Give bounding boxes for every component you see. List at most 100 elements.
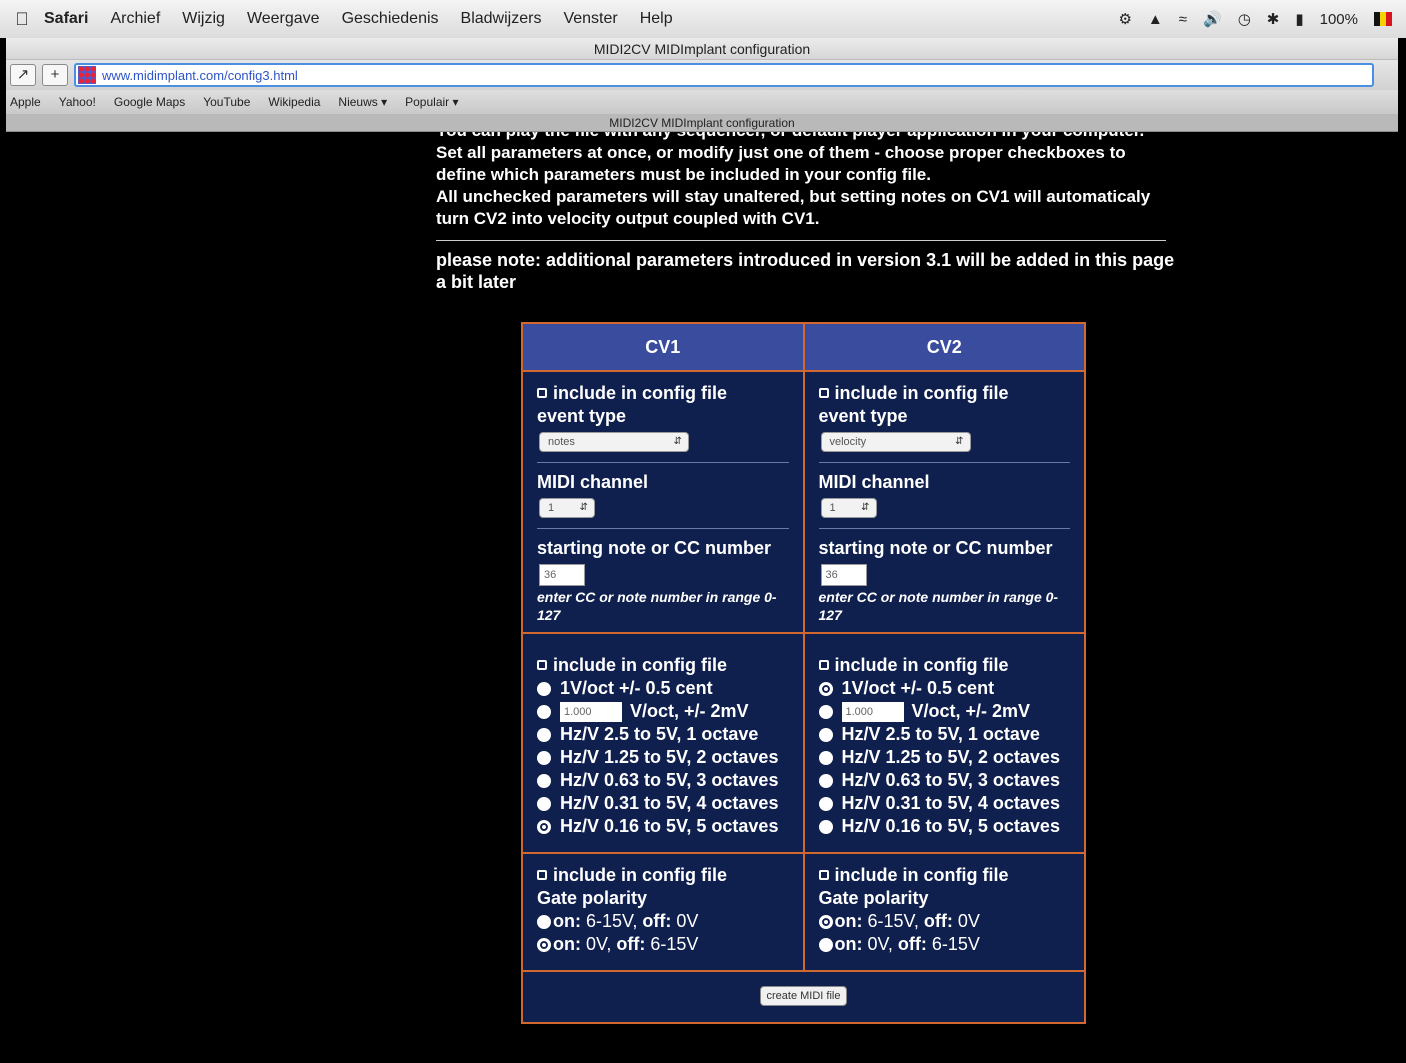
cv2-gate-option-1[interactable]: on: 6-15V, off: 0V xyxy=(818,910,1071,933)
cv2-include-checkbox-1[interactable] xyxy=(818,388,829,398)
input-flag-icon[interactable] xyxy=(1374,12,1392,26)
menu-weergave[interactable]: Weergave xyxy=(247,10,320,28)
cv1-gate-radio-2[interactable] xyxy=(537,937,551,952)
cv2-gate-option-2[interactable]: on: 0V, off: 6-15V xyxy=(818,933,1071,956)
tab-title[interactable]: MIDI2CV MIDImplant configuration xyxy=(6,114,1398,132)
battery-icon[interactable]: ▮ xyxy=(1295,10,1303,28)
bookmark-yahoo[interactable]: Yahoo! xyxy=(59,95,96,109)
event-type-label: event type xyxy=(818,406,908,426)
share-icon[interactable]: ↗ xyxy=(10,64,36,86)
menu-archief[interactable]: Archief xyxy=(110,10,160,28)
cv1-pitch-option-3[interactable]: Hz/V 1.25 to 5V, 2 octaves xyxy=(537,746,789,769)
cv1-pitch-radio-0[interactable] xyxy=(537,681,551,696)
scripts-icon[interactable]: ⚙ xyxy=(1118,10,1131,28)
cv1-event-type-value: notes xyxy=(548,436,575,448)
browser-window: MIDI2CV MIDImplant configuration ↗ + www… xyxy=(6,38,1398,1063)
bookmark-nieuws[interactable]: Nieuws ▾ xyxy=(338,95,387,109)
cv2-gate-radio-1[interactable] xyxy=(818,914,833,929)
cv1-include-checkbox-2[interactable] xyxy=(537,660,547,670)
cv2-pitch-option-1[interactable]: 1.000 V/oct, +/- 2mV xyxy=(818,700,1071,723)
menu-geschiedenis[interactable]: Geschiedenis xyxy=(342,10,439,28)
include-label: include in config file xyxy=(834,655,1009,675)
bookmark-google-maps[interactable]: Google Maps xyxy=(114,95,185,109)
cv1-include-checkbox-3[interactable] xyxy=(537,870,547,880)
dropbox-icon[interactable]: ▲ xyxy=(1148,11,1163,28)
menu-bladwijzers[interactable]: Bladwijzers xyxy=(461,10,542,28)
menu-venster[interactable]: Venster xyxy=(563,10,617,28)
cv1-gate-radio-1[interactable] xyxy=(537,914,551,929)
cv1-pitch-option-2[interactable]: Hz/V 2.5 to 5V, 1 octave xyxy=(537,723,789,746)
cv1-vper-input[interactable]: 1.000 xyxy=(560,701,622,722)
bookmark-apple[interactable]: Apple xyxy=(10,95,41,109)
create-midi-file-button[interactable]: create MIDI file xyxy=(759,986,848,1006)
cv1-midi-section: include in config file event type notes ⇵… xyxy=(521,370,805,634)
cv2-start-note-input[interactable]: 36 xyxy=(820,564,867,586)
gate-off-value: 0V xyxy=(671,911,699,931)
battery-percent: 100% xyxy=(1319,10,1358,28)
cv1-gate-option-1[interactable]: on: 6-15V, off: 0V xyxy=(537,910,789,933)
cv2-pitch-radio-2[interactable] xyxy=(818,727,833,742)
pitch-option-label: Hz/V 2.5 to 5V, 1 octave xyxy=(841,724,1040,744)
cv1-pitch-option-4[interactable]: Hz/V 0.63 to 5V, 3 octaves xyxy=(537,769,789,792)
apple-logo-icon[interactable]:  xyxy=(0,9,44,30)
cv2-event-type-select[interactable]: velocity ⇵ xyxy=(820,432,971,452)
gate-off-label: off: xyxy=(616,934,646,954)
cv1-event-type-select[interactable]: notes ⇵ xyxy=(539,432,689,452)
separator xyxy=(818,462,1070,463)
cv2-pitch-option-6[interactable]: Hz/V 0.16 to 5V, 5 octaves xyxy=(818,815,1071,838)
time-machine-icon[interactable]: ◷ xyxy=(1238,10,1251,28)
cv2-include-checkbox-3[interactable] xyxy=(818,870,829,880)
bookmark-populair[interactable]: Populair ▾ xyxy=(405,95,458,109)
cv1-start-note-input[interactable]: 36 xyxy=(539,564,585,586)
cv1-gate-option-2[interactable]: on: 0V, off: 6-15V xyxy=(537,933,789,956)
cv1-pitch-option-6[interactable]: Hz/V 0.16 to 5V, 5 octaves xyxy=(537,815,789,838)
cv2-pitch-radio-1[interactable] xyxy=(818,704,833,719)
gate-on-value: 6-15V, xyxy=(580,911,643,931)
menu-app[interactable]: Safari xyxy=(44,10,88,28)
cv1-pitch-option-0[interactable]: 1V/oct +/- 0.5 cent xyxy=(537,677,789,700)
cv2-pitch-option-4[interactable]: Hz/V 0.63 to 5V, 3 octaves xyxy=(818,769,1071,792)
url-text[interactable]: www.midimplant.com/config3.html xyxy=(102,68,298,83)
cv1-pitch-radio-1[interactable] xyxy=(537,704,551,719)
address-bar[interactable]: www.midimplant.com/config3.html xyxy=(74,63,1374,87)
cv2-channel-select[interactable]: 1 ⇵ xyxy=(820,498,877,518)
pitch-option-label: 1V/oct +/- 0.5 cent xyxy=(841,678,995,698)
config-table: CV1 CV2 include in config file event typ… xyxy=(521,322,1086,1024)
range-hint: enter CC or note number in range 0-127 xyxy=(537,589,777,623)
cv1-pitch-option-1[interactable]: 1.000 V/oct, +/- 2mV xyxy=(537,700,789,723)
select-arrows-icon: ⇵ xyxy=(861,502,870,513)
cv2-pitch-radio-0[interactable] xyxy=(818,681,833,696)
cv2-gate-radio-2[interactable] xyxy=(818,937,833,952)
cv1-include-checkbox-1[interactable] xyxy=(537,388,547,398)
cv2-pitch-option-2[interactable]: Hz/V 2.5 to 5V, 1 octave xyxy=(818,723,1071,746)
macos-menubar:  Safari Archief Wijzig Weergave Geschie… xyxy=(0,0,1406,38)
pitch-option-label: 1V/oct +/- 0.5 cent xyxy=(560,678,713,698)
menu-wijzig[interactable]: Wijzig xyxy=(182,10,225,28)
start-note-label: starting note or CC number xyxy=(537,538,772,558)
bluetooth-icon[interactable]: ✱ xyxy=(1267,10,1280,28)
cv1-pitch-radio-5[interactable] xyxy=(537,796,551,811)
bookmark-youtube[interactable]: YouTube xyxy=(203,95,250,109)
cv1-pitch-radio-2[interactable] xyxy=(537,727,551,742)
cv2-pitch-radio-4[interactable] xyxy=(818,773,833,788)
cv2-pitch-option-3[interactable]: Hz/V 1.25 to 5V, 2 octaves xyxy=(818,746,1071,769)
cv2-pitch-option-5[interactable]: Hz/V 0.31 to 5V, 4 octaves xyxy=(818,792,1071,815)
cv2-pitch-radio-5[interactable] xyxy=(818,796,833,811)
wifi-icon[interactable]: ≈ xyxy=(1179,11,1187,28)
cv1-pitch-radio-6[interactable] xyxy=(537,819,551,834)
menu-help[interactable]: Help xyxy=(640,10,673,28)
cv1-channel-select[interactable]: 1 ⇵ xyxy=(539,498,595,518)
cv1-pitch-radio-3[interactable] xyxy=(537,750,551,765)
separator xyxy=(537,462,789,463)
volume-icon[interactable]: 🔊 xyxy=(1203,10,1222,28)
gate-off-label: off: xyxy=(642,911,672,931)
bookmark-wikipedia[interactable]: Wikipedia xyxy=(268,95,320,109)
new-tab-plus-icon[interactable]: + xyxy=(42,64,68,86)
cv1-pitch-option-5[interactable]: Hz/V 0.31 to 5V, 4 octaves xyxy=(537,792,789,815)
cv2-pitch-option-0[interactable]: 1V/oct +/- 0.5 cent xyxy=(818,677,1071,700)
cv1-pitch-radio-4[interactable] xyxy=(537,773,551,788)
cv2-pitch-radio-6[interactable] xyxy=(818,819,833,834)
cv2-include-checkbox-2[interactable] xyxy=(818,660,829,670)
cv2-pitch-radio-3[interactable] xyxy=(818,750,833,765)
cv2-vper-input[interactable]: 1.000 xyxy=(841,701,904,722)
